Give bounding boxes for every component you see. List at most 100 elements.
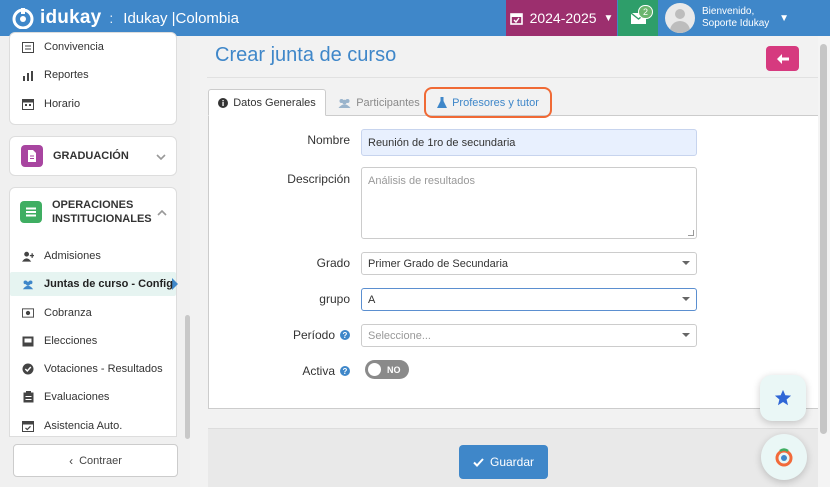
brand-logo[interactable]: idukay: [12, 7, 101, 29]
user-menu[interactable]: Bienvenido, Soporte Idukay ▼: [659, 0, 799, 36]
sidebar-item-label: Reportes: [44, 69, 89, 81]
sidebar-section-operaciones[interactable]: OPERACIONES INSTITUCIONALES: [9, 187, 177, 236]
sidebar-item-elecciones[interactable]: Elecciones: [22, 335, 97, 347]
sidebar-item-horario[interactable]: Horario: [22, 98, 80, 110]
descripcion-value: Análisis de resultados: [368, 175, 476, 187]
sidebar-item-label: Evaluaciones: [44, 391, 110, 403]
sidebar-item-label: Convivencia: [44, 41, 104, 53]
activa-label-group: Activa ?: [270, 364, 350, 378]
grupo-label: grupo: [319, 292, 350, 306]
document-icon: [21, 145, 43, 167]
sidebar-item-label: Admisiones: [44, 250, 101, 262]
grado-select[interactable]: Primer Grado de Secundaria: [361, 252, 697, 275]
user-name: Soporte Idukay: [702, 18, 770, 29]
collapse-label: Contraer: [79, 454, 122, 467]
user-greeting: Bienvenido, Soporte Idukay: [702, 6, 769, 30]
periodo-placeholder: Seleccione...: [368, 329, 431, 342]
caret-down-icon: [682, 333, 690, 337]
sidebar-item-juntas[interactable]: Juntas de curso - Config: [22, 278, 173, 290]
school-year-label: 2024-2025: [529, 10, 597, 26]
check-icon: [473, 457, 484, 467]
tab-profesores-tutor[interactable]: Profesores y tutor: [424, 87, 552, 118]
caret-down-icon: [682, 261, 690, 265]
page-scrollbar[interactable]: [820, 44, 827, 434]
collapse-sidebar-button[interactable]: ‹ Contraer: [13, 444, 178, 477]
grupo-value: A: [368, 293, 376, 306]
list-icon: [20, 200, 42, 223]
sidebar-item-reportes[interactable]: Reportes: [22, 69, 89, 81]
flask-icon: [437, 97, 448, 108]
section-label-line1: OPERACIONES: [52, 198, 134, 211]
periodo-label-group: Período ?: [270, 328, 350, 342]
info-circle-icon: [218, 97, 229, 108]
sidebar-item-label: Cobranza: [44, 307, 92, 319]
avatar: [665, 3, 695, 33]
tab-label: Datos Generales: [233, 96, 316, 109]
sidebar-item-evaluaciones[interactable]: Evaluaciones: [22, 391, 109, 403]
sidebar-item-convivencia[interactable]: Convivencia: [22, 41, 104, 53]
calendar-check-icon: [22, 420, 34, 432]
idukay-logo-icon: [12, 8, 34, 29]
star-icon: [774, 389, 792, 406]
nombre-label: Nombre: [307, 133, 350, 147]
messages-button[interactable]: 2: [618, 0, 658, 36]
sidebar-scrollbar[interactable]: [185, 315, 190, 439]
save-label: Guardar: [489, 455, 535, 469]
school-year-selector[interactable]: 2024-2025 ▼: [506, 0, 617, 36]
calendar-icon: [22, 98, 34, 110]
assistant-button[interactable]: [761, 434, 807, 480]
toggle-state: NO: [387, 364, 401, 375]
chevron-left-icon: ‹: [69, 453, 74, 468]
sidebar-item-admisiones[interactable]: Admisiones: [22, 250, 101, 262]
list-icon: [22, 41, 34, 53]
help-icon[interactable]: ?: [340, 330, 350, 340]
tab-label: Profesores y tutor: [452, 96, 539, 109]
activa-toggle[interactable]: NO: [365, 360, 409, 379]
caret-down-icon: [682, 297, 690, 301]
assistant-logo-icon: [775, 448, 793, 467]
sidebar-item-label: Horario: [44, 98, 81, 110]
resize-handle-icon[interactable]: [688, 230, 694, 236]
sidebar-item-cobranza[interactable]: Cobranza: [22, 307, 92, 319]
caret-down-icon: ▼: [779, 13, 789, 24]
favorites-button[interactable]: [760, 375, 806, 421]
users-icon: [338, 98, 351, 108]
brand-separator: :: [109, 10, 114, 26]
inbox-icon: [22, 335, 34, 347]
descripcion-label: Descripción: [287, 172, 350, 186]
tab-datos-generales[interactable]: Datos Generales: [208, 89, 326, 116]
users-icon: [22, 278, 34, 290]
periodo-label: Período: [292, 328, 335, 342]
sidebar-item-votaciones[interactable]: Votaciones - Resultados: [22, 363, 163, 375]
user-plus-icon: [22, 250, 34, 262]
grado-value: Primer Grado de Secundaria: [368, 257, 509, 270]
activa-label: Activa: [302, 364, 335, 378]
chevron-up-icon: [157, 205, 167, 219]
money-icon: [22, 307, 34, 319]
section-label-line2: INSTITUCIONALES: [52, 212, 152, 225]
clipboard-icon: [22, 391, 34, 403]
sidebar-item-label: Elecciones: [44, 335, 98, 347]
check-circle-icon: [22, 363, 34, 375]
sidebar-item-asistencia[interactable]: Asistencia Auto.: [22, 420, 122, 432]
help-icon[interactable]: ?: [340, 366, 350, 376]
sidebar-item-label: Votaciones - Resultados: [44, 363, 163, 375]
sidebar-item-label: Asistencia Auto.: [44, 420, 123, 432]
sidebar-item-label: Juntas de curso - Config: [44, 278, 173, 290]
sidebar-section-graduacion[interactable]: GRADUACIÓN: [9, 136, 177, 176]
save-button[interactable]: Guardar: [459, 445, 548, 479]
section-label: GRADUACIÓN: [53, 150, 129, 162]
grado-label: Grado: [316, 256, 350, 270]
back-button[interactable]: [766, 46, 799, 71]
periodo-select[interactable]: Seleccione...: [361, 324, 697, 347]
sidebar: Convivencia Reportes Horario GRADUACIÓN …: [0, 32, 190, 487]
grupo-select[interactable]: A: [361, 288, 697, 311]
page-title: Crear junta de curso: [215, 44, 397, 66]
caret-down-icon: ▼: [603, 12, 614, 24]
descripcion-textarea[interactable]: Análisis de resultados: [361, 167, 697, 239]
brand-name: idukay: [40, 7, 102, 28]
top-bar: idukay : Idukay |Colombia 2024-2025 ▼ 2 …: [0, 0, 830, 36]
nombre-field[interactable]: Reunión de 1ro de secundaria: [361, 129, 697, 156]
tab-participantes[interactable]: Participantes: [334, 89, 424, 116]
tab-label: Participantes: [356, 96, 420, 109]
